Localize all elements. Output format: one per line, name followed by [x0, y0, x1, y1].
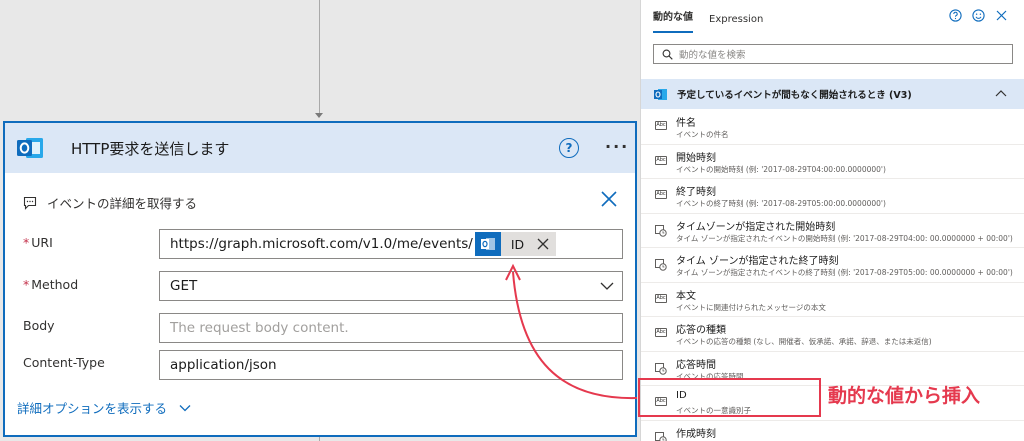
card-title: HTTP要求を送信します: [71, 139, 230, 158]
uri-input[interactable]: https://graph.microsoft.com/v1.0/me/even…: [159, 229, 623, 259]
tab-dynamic-content[interactable]: 動的な値: [653, 8, 693, 33]
clock-icon: [655, 362, 667, 375]
item-title: 応答時間: [676, 359, 716, 371]
clock-icon: [655, 259, 667, 271]
clock-icon: [655, 431, 667, 441]
annotation-label: 動的な値から挿入: [828, 385, 981, 407]
connector-line-bottom: [319, 437, 320, 441]
list-item[interactable]: Abc 開始時刻 イベントの開始時刻 (例: '2017-08-29T04:00:0…: [641, 145, 1024, 179]
list-item[interactable]: タイムゾーンが指定された開始時刻 タイム ゾーンが指定されたイベントの開始時刻 (…: [641, 214, 1024, 248]
body-placeholder: The request body content.: [170, 320, 349, 336]
item-description: タイム ゾーンが指定されたイベントの終了時刻 (例: '2017-08-29T0…: [676, 268, 1013, 277]
item-title: 本文: [676, 290, 696, 302]
search-icon: [662, 49, 673, 60]
content-type-value: application/json: [170, 357, 277, 373]
tab-expression[interactable]: Expression: [709, 14, 763, 33]
chevron-up-icon[interactable]: [995, 89, 1007, 97]
more-options-button[interactable]: ···: [605, 137, 629, 156]
item-title: 終了時刻: [676, 187, 716, 198]
designer-canvas: HTTP要求を送信します ? ··· イベントの詳細を取得する * URI htt…: [0, 0, 640, 441]
chevron-down-icon: [179, 404, 191, 411]
comment-text: イベントの詳細を取得する: [47, 196, 198, 211]
item-title: タイム ゾーンが指定された終了時刻: [676, 256, 839, 267]
token-label: ID: [510, 236, 525, 252]
smiley-feedback-icon[interactable]: [972, 9, 985, 22]
list-item[interactable]: Abc 終了時刻 イベントの終了時刻 (例: '2017-08-29T05:00:0…: [641, 179, 1024, 214]
item-title: 作成時刻: [676, 428, 716, 440]
body-label: Body: [23, 318, 55, 333]
method-value: GET: [170, 278, 198, 294]
help-button[interactable]: ?: [559, 138, 579, 158]
list-item[interactable]: Abc 本文 イベントに関連付けられたメッセージの本文: [641, 283, 1024, 317]
close-icon[interactable]: [599, 189, 619, 209]
item-title: 件名: [676, 118, 696, 129]
dynamic-content-panel: 動的な値 Expression 動的な値を検索 予定しているイベントが間もなく開…: [640, 0, 1024, 441]
remove-token-icon[interactable]: [534, 235, 552, 253]
section-title: 予定しているイベントが間もなく開始されるとき (V3): [677, 90, 912, 101]
item-title: 応答の種類: [676, 325, 726, 336]
panel-actions: [949, 9, 1008, 22]
clock-icon: [655, 224, 667, 237]
content-type-input[interactable]: application/json: [159, 350, 623, 380]
outlook-logo-icon: [15, 133, 45, 163]
http-action-card: HTTP要求を送信します ? ··· イベントの詳細を取得する * URI htt…: [3, 121, 637, 437]
content-type-label: Content-Type: [23, 355, 105, 370]
item-description: イベントの開始時刻 (例: '2017-08-29T04:00:00.00000…: [676, 164, 886, 174]
abc-icon: Abc: [655, 121, 667, 130]
panel-tabs: 動的な値 Expression: [641, 0, 1024, 33]
show-advanced-options-link[interactable]: 詳細オプションを表示する: [17, 398, 191, 417]
item-description: イベントの件名: [676, 130, 729, 139]
close-panel-icon[interactable]: [995, 9, 1008, 22]
outlook-token-icon: [474, 232, 501, 256]
item-description: イベントに関連付けられたメッセージの本文: [676, 302, 826, 312]
card-header[interactable]: HTTP要求を送信します ? ···: [5, 123, 635, 173]
method-label: * Method: [23, 277, 79, 292]
abc-icon: Abc: [655, 155, 667, 165]
abc-icon: Abc: [655, 328, 667, 337]
list-item[interactable]: 作成時刻イベントが作成された日時: [641, 421, 1024, 441]
item-title: タイムゾーンが指定された開始時刻: [676, 221, 836, 233]
chevron-down-icon: [600, 282, 614, 290]
item-description: タイム ゾーンが指定されたイベントの開始時刻 (例: '2017-08-29T0…: [676, 233, 1013, 243]
list-item[interactable]: Abc 件名 イベントの件名: [641, 110, 1024, 145]
item-description: イベントの応答の種類 (なし、開催者、仮承諾、承諾、辞退、または未返信): [676, 337, 932, 346]
abc-icon: Abc: [655, 293, 667, 303]
list-item[interactable]: Abc 応答の種類 イベントの応答の種類 (なし、開催者、仮承諾、承諾、辞退、または…: [641, 317, 1024, 352]
comment-icon: [23, 196, 37, 210]
uri-label: * URI: [23, 235, 53, 250]
connector-arrow: [315, 113, 323, 118]
action-comment: イベントの詳細を取得する: [23, 193, 197, 212]
method-select[interactable]: GET: [159, 271, 623, 301]
body-input[interactable]: The request body content.: [159, 313, 623, 343]
uri-value: https://graph.microsoft.com/v1.0/me/even…: [170, 236, 473, 252]
dynamic-token-id[interactable]: ID: [474, 232, 557, 256]
card-body: イベントの詳細を取得する * URI https://graph.microsof…: [5, 173, 635, 435]
section-header[interactable]: 予定しているイベントが間もなく開始されるとき (V3): [641, 79, 1024, 109]
item-description: イベントの終了時刻 (例: '2017-08-29T05:00:00.00000…: [676, 199, 886, 208]
help-icon[interactable]: [949, 9, 962, 22]
search-placeholder: 動的な値を検索: [679, 50, 746, 61]
dynamic-content-search[interactable]: 動的な値を検索: [653, 44, 1013, 64]
connector-line: [319, 0, 320, 116]
outlook-logo-icon: [654, 88, 667, 100]
abc-icon: Abc: [655, 190, 667, 199]
list-item[interactable]: タイム ゾーンが指定された終了時刻 タイム ゾーンが指定されたイベントの終了時刻 …: [641, 248, 1024, 283]
item-title: 開始時刻: [676, 152, 716, 164]
id-highlight-box: [638, 378, 821, 417]
